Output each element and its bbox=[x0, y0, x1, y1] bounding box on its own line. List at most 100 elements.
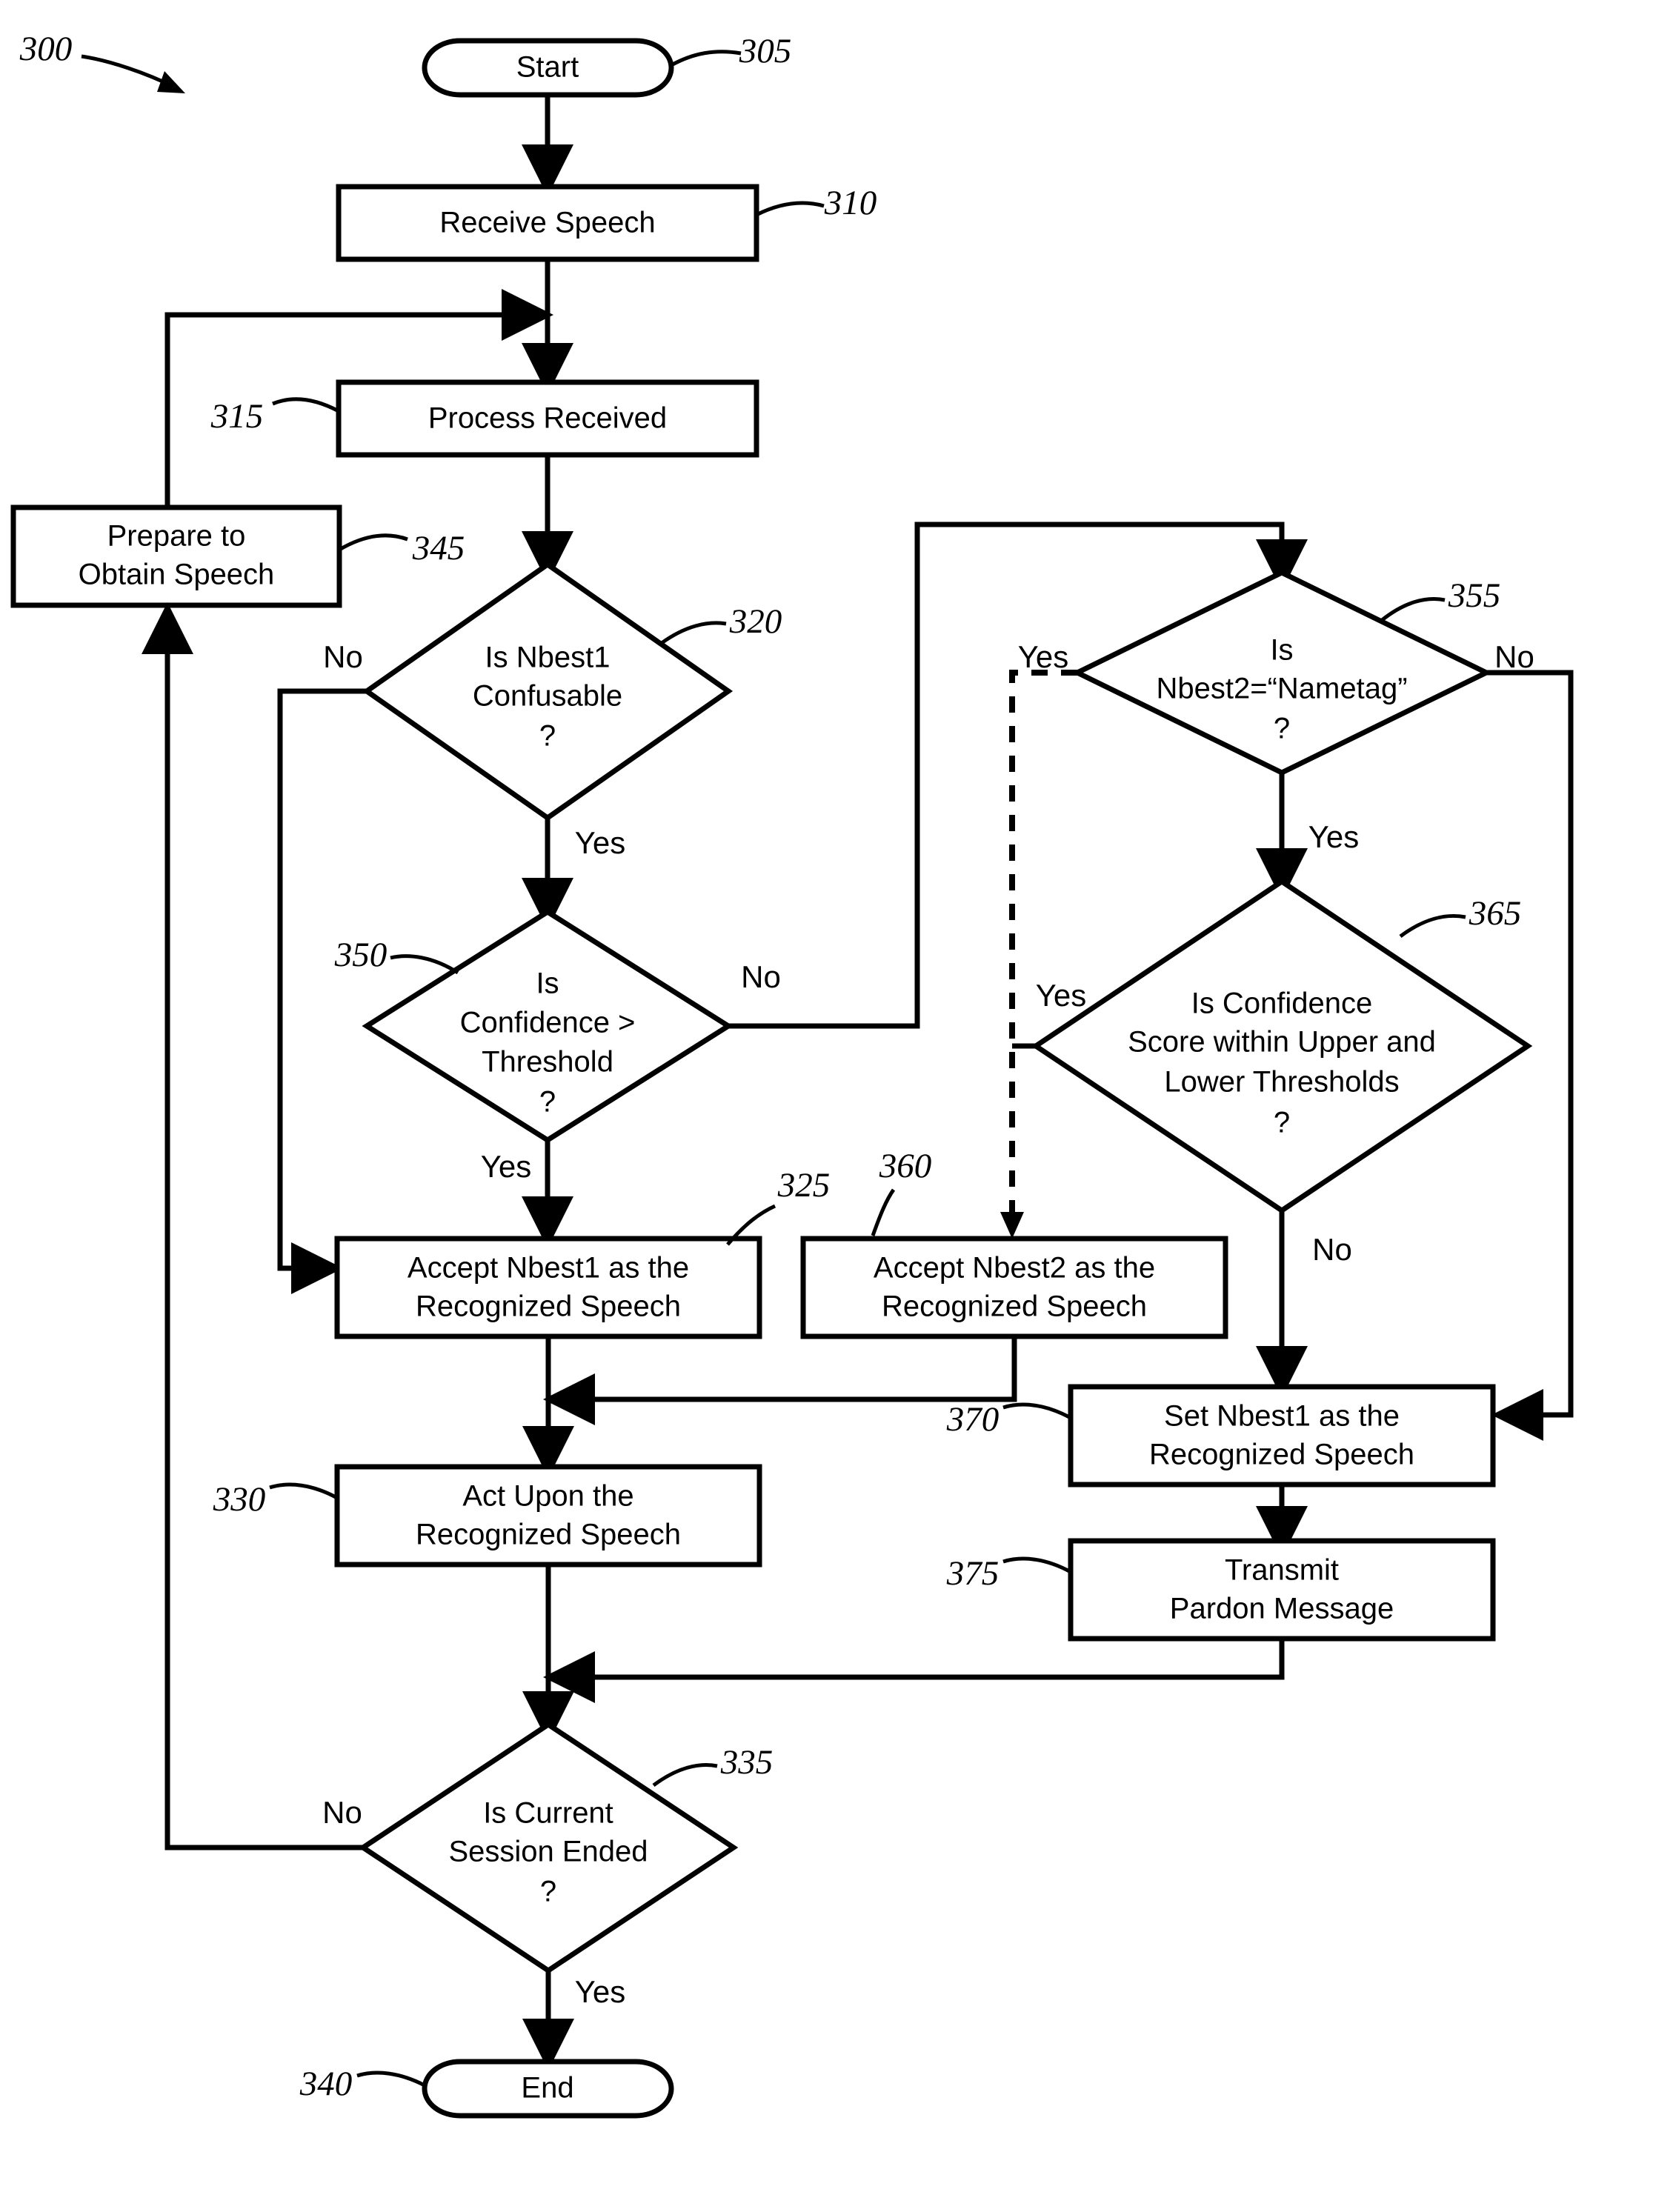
branch-session-no: No bbox=[322, 1795, 362, 1830]
edge-confusable-no-to-accept-nbest1 bbox=[277, 688, 367, 1294]
confidence-within-label-line3: Lower Thresholds bbox=[1164, 1066, 1399, 1099]
nbest1-confusable-label-line3: ? bbox=[539, 720, 556, 753]
node-set-nbest1[interactable]: Set Nbest1 as the Recognized Speech bbox=[1068, 1384, 1496, 1488]
branch-nametag-no: No bbox=[1494, 639, 1534, 674]
ref-320-label: 320 bbox=[729, 602, 782, 641]
node-prepare-obtain-speech[interactable]: Prepare to Obtain Speech bbox=[10, 504, 342, 608]
nbest2-nametag-label-line3: ? bbox=[1274, 713, 1290, 745]
node-accept-nbest1[interactable]: Accept Nbest1 as the Recognized Speech bbox=[334, 1236, 762, 1339]
confidence-threshold-label-line4: ? bbox=[539, 1086, 556, 1119]
ref-370-label: 370 bbox=[946, 1400, 1000, 1439]
edge-nametag-yes-arrowhead bbox=[1000, 1212, 1024, 1239]
ref-315: 315 bbox=[210, 397, 340, 436]
nbest2-nametag-label-line2: Nbest2=“Nametag” bbox=[1156, 673, 1407, 705]
confidence-within-label-line2: Score within Upper and bbox=[1128, 1026, 1436, 1059]
transmit-pardon-label-line1: Transmit bbox=[1225, 1554, 1339, 1587]
receive-speech-label: Receive Speech bbox=[439, 207, 655, 239]
accept-nbest1-label-line1: Accept Nbest1 as the bbox=[408, 1252, 689, 1285]
ref-325-label: 325 bbox=[777, 1166, 831, 1205]
ref-325: 325 bbox=[726, 1166, 831, 1246]
ref-320-leader bbox=[660, 621, 727, 645]
branch-confusable-yes: Yes bbox=[575, 825, 626, 860]
ref-375-leader bbox=[1002, 1556, 1072, 1574]
accept-nbest1-label-line2: Recognized Speech bbox=[416, 1290, 681, 1323]
ref-360-label: 360 bbox=[879, 1147, 932, 1185]
ref-330-leader bbox=[269, 1482, 339, 1500]
figure-ref-300-arrowhead bbox=[157, 71, 185, 93]
branch-threshold-yes: Yes bbox=[481, 1149, 532, 1184]
confidence-threshold-label-line1: Is bbox=[536, 967, 559, 1000]
ref-355-leader bbox=[1380, 596, 1446, 622]
ref-375: 375 bbox=[946, 1554, 1072, 1593]
act-upon-label-line1: Act Upon the bbox=[462, 1480, 633, 1513]
transmit-pardon-label-line2: Pardon Message bbox=[1170, 1593, 1394, 1625]
nbest1-confusable-label-line2: Confusable bbox=[473, 680, 622, 713]
process-received-label: Process Received bbox=[428, 402, 667, 435]
edge-accept-nbest2-merge bbox=[543, 1336, 1017, 1425]
ref-335-leader bbox=[652, 1762, 718, 1788]
ref-355: 355 bbox=[1380, 576, 1501, 622]
ref-375-label: 375 bbox=[946, 1554, 1000, 1593]
ref-335: 335 bbox=[652, 1743, 774, 1788]
start-label: Start bbox=[516, 51, 579, 84]
ref-350-label: 350 bbox=[334, 936, 388, 974]
set-nbest1-label-line1: Set Nbest1 as the bbox=[1164, 1400, 1400, 1433]
session-ended-label-line3: ? bbox=[540, 1876, 556, 1908]
accept-nbest2-label-line2: Recognized Speech bbox=[882, 1290, 1147, 1323]
ref-345: 345 bbox=[338, 529, 465, 567]
ref-310: 310 bbox=[755, 184, 877, 222]
node-is-nbest1-confusable[interactable]: Is Nbest1 Confusable ? bbox=[362, 561, 734, 822]
edge-nametag-yes-dashed bbox=[1009, 670, 1077, 1219]
set-nbest1-label-line2: Recognized Speech bbox=[1149, 1439, 1414, 1471]
branch-nametag-down-yes: Yes bbox=[1308, 819, 1360, 854]
session-ended-label-line2: Session Ended bbox=[448, 1836, 648, 1868]
node-is-confidence-threshold[interactable]: Is Confidence > Threshold ? bbox=[362, 908, 734, 1144]
ref-340-leader bbox=[356, 2071, 426, 2088]
node-process-received[interactable]: Process Received bbox=[336, 379, 759, 458]
ref-360-leader bbox=[871, 1188, 896, 1236]
ref-335-label: 335 bbox=[720, 1743, 774, 1782]
ref-310-label: 310 bbox=[824, 184, 877, 222]
confidence-threshold-label-line2: Confidence > bbox=[460, 1007, 636, 1039]
node-accept-nbest2[interactable]: Accept Nbest2 as the Recognized Speech bbox=[800, 1236, 1228, 1339]
ref-320: 320 bbox=[660, 602, 782, 645]
edge-session-no-to-prepare bbox=[142, 602, 363, 1850]
ref-370-leader bbox=[1002, 1402, 1072, 1420]
branch-within-no: No bbox=[1312, 1232, 1352, 1267]
ref-360: 360 bbox=[871, 1147, 932, 1236]
ref-305-label: 305 bbox=[739, 32, 792, 70]
node-is-session-ended[interactable]: Is Current Session Ended ? bbox=[358, 1721, 739, 1974]
ref-330-label: 330 bbox=[213, 1480, 266, 1519]
nbest2-nametag-label-line1: Is bbox=[1270, 634, 1293, 667]
ref-315-label: 315 bbox=[210, 397, 264, 436]
ref-340-label: 340 bbox=[299, 2065, 353, 2103]
ref-365-leader bbox=[1399, 913, 1466, 939]
node-act-upon[interactable]: Act Upon the Recognized Speech bbox=[334, 1464, 762, 1568]
ref-370: 370 bbox=[946, 1400, 1072, 1439]
ref-355-label: 355 bbox=[1448, 576, 1501, 615]
end-label: End bbox=[521, 2072, 573, 2105]
ref-330: 330 bbox=[213, 1480, 339, 1519]
branch-session-yes: Yes bbox=[575, 1974, 626, 2009]
nbest1-confusable-label-line1: Is Nbest1 bbox=[485, 642, 611, 674]
node-is-nbest2-nametag[interactable]: Is Nbest2=“Nametag” ? bbox=[1071, 570, 1492, 776]
node-end[interactable]: End bbox=[422, 2059, 674, 2119]
node-is-confidence-within-thresholds[interactable]: Is Confidence Score within Upper and Low… bbox=[1031, 878, 1533, 1214]
ref-345-leader bbox=[338, 533, 408, 552]
session-ended-label-line1: Is Current bbox=[483, 1797, 613, 1830]
accept-nbest2-label-line1: Accept Nbest2 as the bbox=[874, 1252, 1155, 1285]
confidence-within-label-line4: ? bbox=[1274, 1107, 1290, 1139]
branch-threshold-no: No bbox=[741, 959, 781, 994]
ref-310-leader bbox=[755, 201, 825, 217]
branch-within-yes: Yes bbox=[1036, 978, 1087, 1013]
ref-365-label: 365 bbox=[1469, 894, 1522, 933]
ref-365: 365 bbox=[1399, 894, 1522, 939]
figure-ref-300-label: 300 bbox=[19, 30, 73, 68]
prepare-obtain-label-line2: Obtain Speech bbox=[79, 559, 275, 591]
edge-transmit-merge bbox=[543, 1639, 1285, 1703]
branch-nametag-yes: Yes bbox=[1018, 639, 1069, 674]
node-receive-speech[interactable]: Receive Speech bbox=[336, 184, 759, 262]
node-start[interactable]: Start bbox=[422, 38, 674, 98]
node-transmit-pardon[interactable]: Transmit Pardon Message bbox=[1068, 1538, 1496, 1642]
ref-345-label: 345 bbox=[412, 529, 465, 567]
